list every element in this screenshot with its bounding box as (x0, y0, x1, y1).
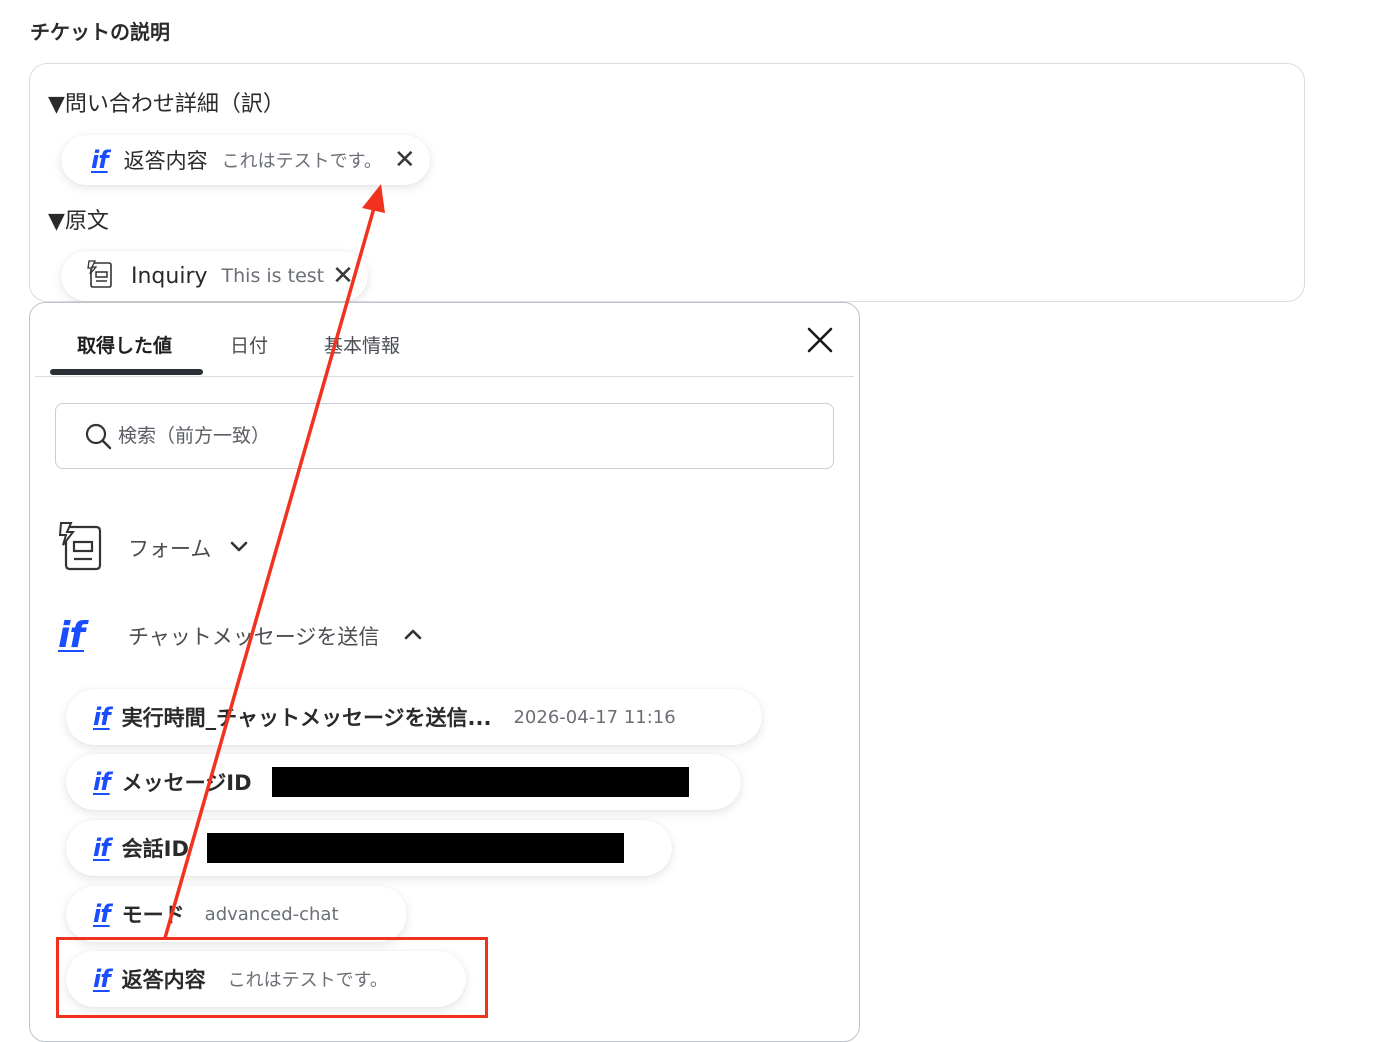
if-icon: if (91, 146, 109, 174)
chevron-up-icon (403, 626, 423, 645)
tab-date[interactable]: 日付 (230, 331, 268, 358)
annotation-highlight-box (56, 937, 488, 1018)
if-icon: if (93, 834, 111, 862)
list-item[interactable]: if モード advanced-chat (66, 886, 407, 942)
search-icon (84, 422, 112, 450)
redacted-value (206, 833, 624, 863)
group-form[interactable]: フォーム (58, 521, 249, 575)
translation-heading: ▼問い合わせ詳細（訳） (48, 92, 285, 117)
value-picker-panel: 取得した値 日付 基本情報 フォーム if チャットメッセージを送信 (29, 302, 860, 1042)
list-item[interactable]: if メッセージID (66, 754, 741, 810)
chip-label: 返答内容 (123, 149, 208, 173)
if-icon: if (93, 703, 111, 731)
if-icon: if (58, 615, 85, 656)
item-value: advanced-chat (204, 903, 339, 925)
item-label: 実行時間_チャットメッセージを送信... (121, 706, 492, 730)
form-document-icon (58, 521, 104, 575)
chip-value: This is test (221, 265, 325, 287)
chip-label: Inquiry (131, 263, 208, 289)
search-input[interactable] (118, 425, 778, 447)
active-tab-indicator (50, 369, 203, 375)
item-label: メッセージID (121, 771, 252, 795)
variable-chip-reply-content[interactable]: if 返答内容 これはテストです。 ✕ (61, 135, 430, 185)
group-label: フォーム (128, 537, 212, 561)
list-item[interactable]: if 会話ID (66, 820, 672, 876)
group-send-chat-message[interactable]: if チャットメッセージを送信 (58, 615, 423, 656)
close-icon[interactable] (803, 323, 837, 357)
list-item[interactable]: if 実行時間_チャットメッセージを送信... 2026-04-17 11:16 (66, 689, 762, 745)
remove-chip-icon[interactable]: ✕ (394, 147, 416, 173)
item-label: モード (121, 903, 185, 927)
tab-acquired-values[interactable]: 取得した値 (77, 331, 172, 358)
if-icon: if (93, 900, 111, 928)
group-label: チャットメッセージを送信 (128, 624, 380, 649)
redacted-value (271, 767, 689, 797)
item-value: 2026-04-17 11:16 (513, 706, 676, 728)
tab-bar: 取得した値 日付 基本情報 (35, 303, 854, 377)
chevron-down-icon (229, 539, 249, 558)
variable-chip-inquiry[interactable]: Inquiry This is test ✕ (61, 251, 368, 301)
section-title: チケットの説明 (30, 20, 170, 44)
ticket-description-field[interactable]: ▼問い合わせ詳細（訳） if 返答内容 これはテストです。 ✕ ▼原文 Inqu… (29, 63, 1305, 302)
remove-chip-icon[interactable]: ✕ (332, 263, 354, 289)
form-document-icon (87, 259, 115, 293)
tab-basic-info[interactable]: 基本情報 (324, 331, 400, 358)
if-icon: if (93, 768, 111, 796)
item-label: 会話ID (121, 837, 189, 861)
search-field[interactable] (55, 403, 834, 469)
chip-value: これはテストです。 (221, 151, 382, 172)
original-heading: ▼原文 (48, 209, 109, 234)
